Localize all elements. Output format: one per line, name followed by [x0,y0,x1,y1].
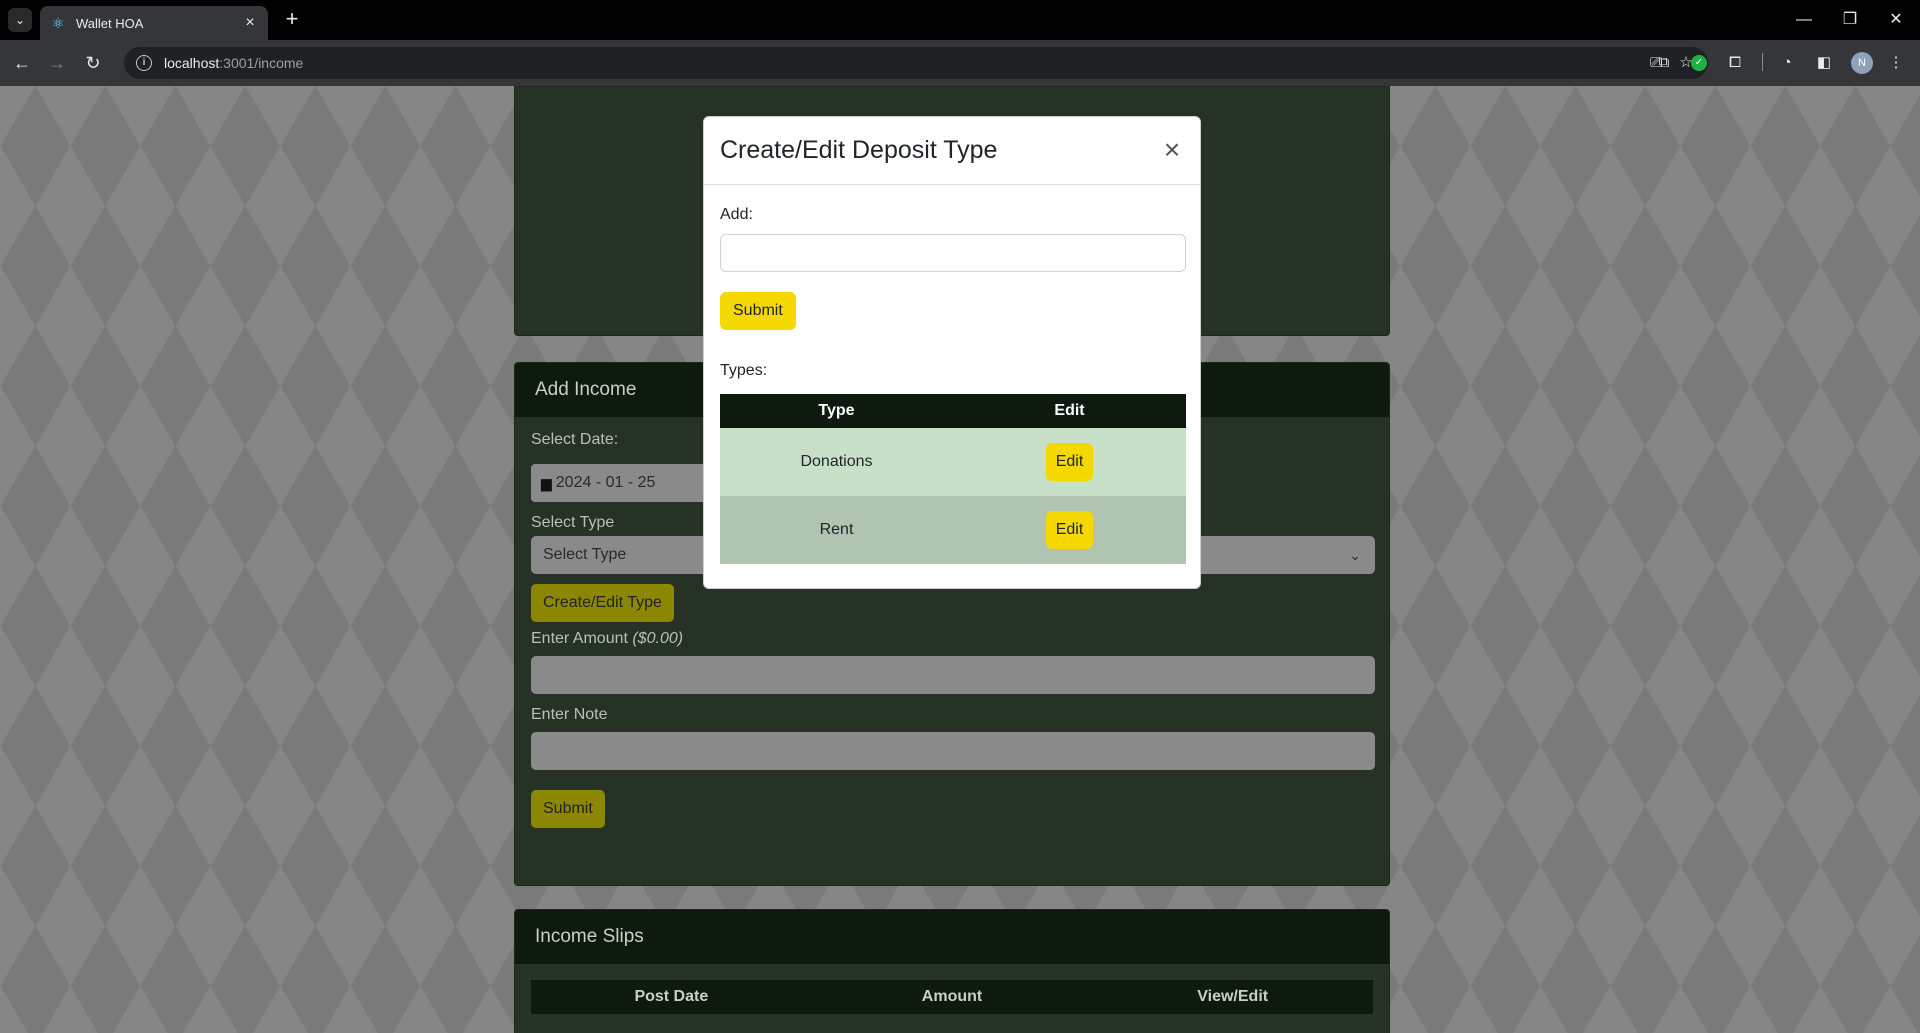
browser-toolbar: ← → ↻ i localhost:3001/income ⎚ ☆ ⧉ ✓ ⧠ … [0,40,1920,86]
note-input[interactable] [531,732,1375,770]
types-table-header: Type Edit [720,394,1186,428]
back-icon[interactable]: ← [10,51,34,75]
type-name: Donations [720,428,953,496]
column-view-edit: View/Edit [1197,988,1269,1005]
restore-icon[interactable]: ❐ [1838,8,1862,32]
profile-avatar[interactable]: N [1851,52,1873,74]
add-type-input[interactable] [720,234,1186,272]
reload-icon[interactable]: ↻ [81,51,105,75]
column-amount: Amount [921,988,983,1005]
table-row: Rent Edit [720,496,1186,564]
extension-icon[interactable]: ⧉ [1652,51,1676,75]
income-slips-card: Income Slips Post Date Amount View/Edit [514,909,1390,1033]
income-submit-button[interactable]: Submit [531,790,605,828]
add-label: Add: [720,206,753,223]
amount-hint: ($0.00) [632,630,684,647]
forward-icon[interactable]: → [45,51,69,75]
amount-label-text: Enter Amount [531,630,628,647]
tab-strip: ⌄ ⚛ Wallet HOA × + — ❐ ✕ [0,0,1920,40]
browser-tab[interactable]: ⚛ Wallet HOA × [40,6,268,40]
react-favicon-icon: ⚛ [51,15,65,31]
deposit-type-modal: Create/Edit Deposit Type × Add: Submit T… [703,116,1201,589]
types-table: Type Edit Donations Edit Rent Edit [720,394,1186,564]
chevron-down-icon: ⌄ [1349,547,1361,563]
modal-submit-button[interactable]: Submit [720,292,796,330]
column-edit: Edit [953,394,1186,428]
menu-kebab-icon[interactable]: ⋮ [1884,51,1908,75]
date-picker-input[interactable]: ▆ 2024 - 01 - 25 [531,464,707,502]
type-name: Rent [720,496,953,564]
close-icon[interactable]: × [1160,135,1184,163]
type-select-value: Select Type [543,546,627,563]
toolbar-divider [1762,53,1763,71]
url-path: :3001/income [219,55,304,71]
amount-label: Enter Amount ($0.00) [531,630,1373,648]
tab-close-icon[interactable]: × [242,14,258,32]
edit-button[interactable]: Edit [1045,443,1094,481]
modal-title: Create/Edit Deposit Type [720,136,998,164]
amount-input[interactable] [531,656,1375,694]
date-value: 2024 - 01 - 25 [555,474,656,491]
url-host: localhost [164,55,220,71]
tab-search-icon[interactable]: ⌄ [8,8,32,32]
note-label: Enter Note [531,706,608,723]
site-info-icon[interactable]: i [136,55,152,71]
extensions-puzzle-icon[interactable]: ⧠ [1723,51,1747,75]
create-edit-type-button[interactable]: Create/Edit Type [531,584,674,622]
modal-header: Create/Edit Deposit Type × [704,117,1200,185]
edit-button[interactable]: Edit [1045,511,1094,549]
income-slips-header: Income Slips [515,910,1389,964]
column-post-date: Post Date [634,988,709,1005]
column-type: Type [720,394,953,428]
extension-check-icon[interactable]: ✓ [1687,51,1711,75]
types-label: Types: [720,362,768,379]
window-close-icon[interactable]: ✕ [1884,8,1908,32]
performance-icon[interactable]: ◔ [1775,51,1799,75]
income-slips-table-header: Post Date Amount View/Edit [531,980,1373,1014]
new-tab-icon[interactable]: + [280,8,304,32]
tab-title: Wallet HOA [76,15,144,31]
minimize-icon[interactable]: — [1792,8,1816,32]
calendar-icon: ▆ [541,474,552,491]
address-bar[interactable]: i localhost:3001/income ⎚ ☆ [124,47,1708,79]
modal-body: Add: Submit Types: Type Edit Donations E… [704,185,1200,580]
table-row: Donations Edit [720,428,1186,496]
side-panel-icon[interactable]: ◧ [1812,51,1836,75]
